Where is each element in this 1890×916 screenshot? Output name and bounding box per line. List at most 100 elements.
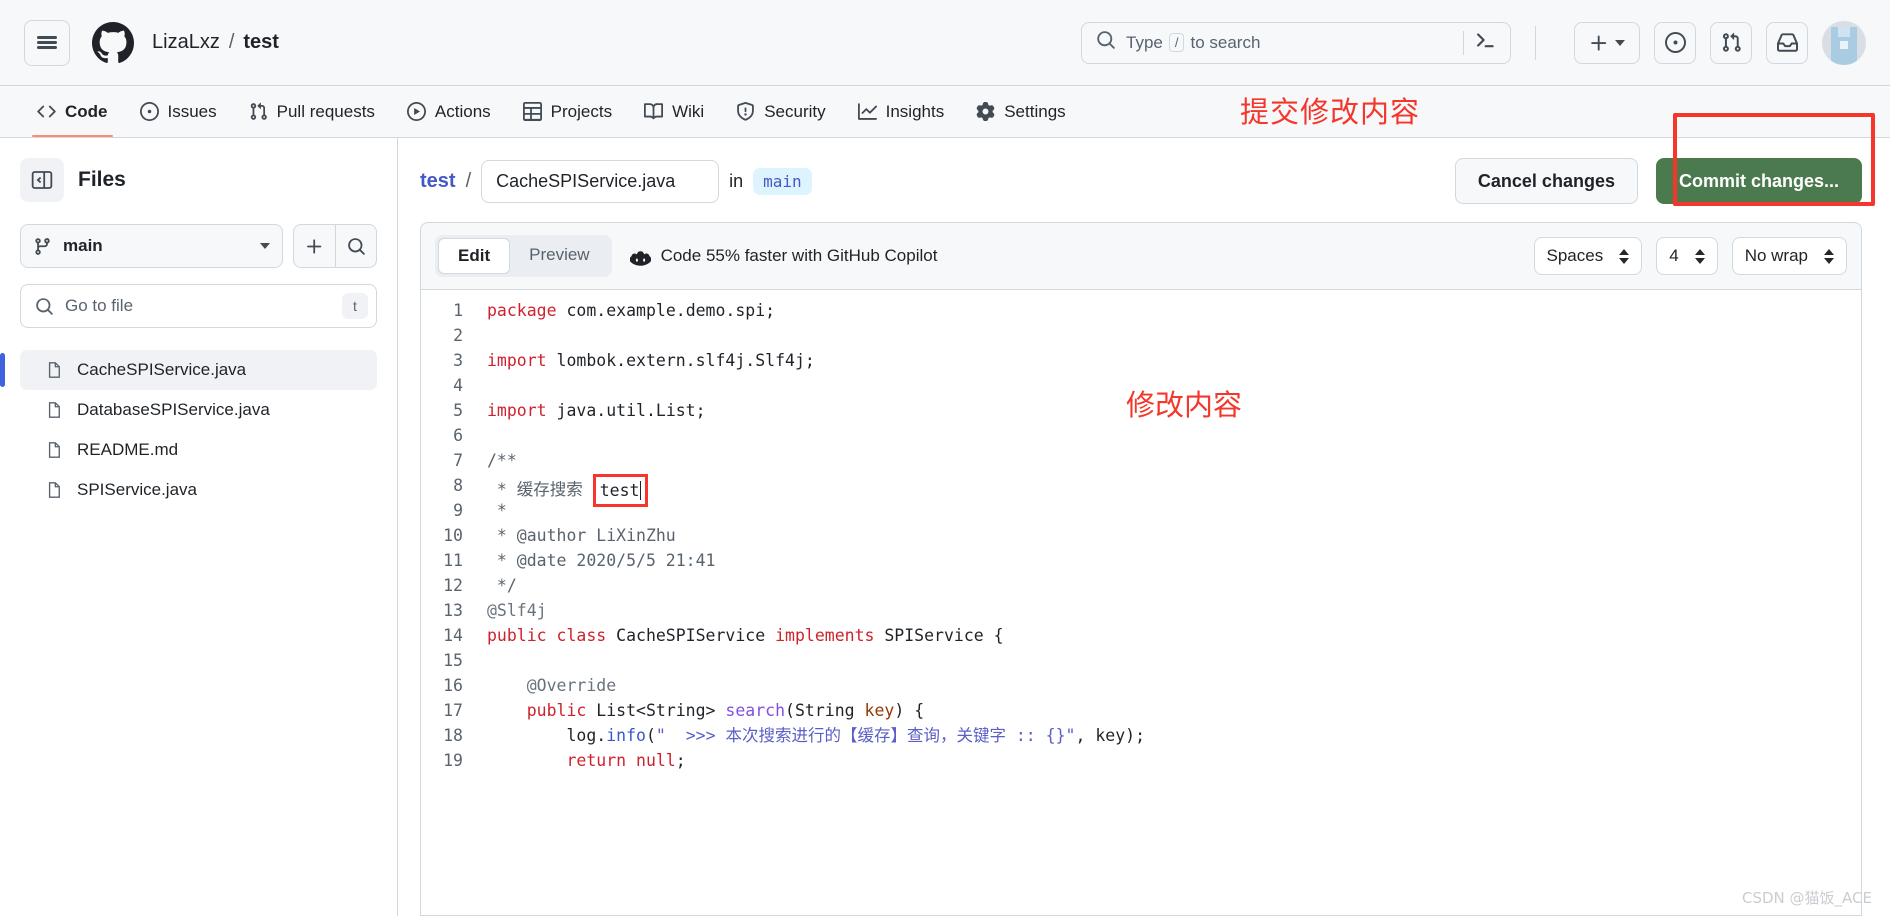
nav-tab-security-label: Security <box>764 101 826 121</box>
search-files-button[interactable] <box>335 224 377 268</box>
nav-tab-insights[interactable]: Insights <box>845 86 958 137</box>
nav-tab-issues-label: Issues <box>167 101 217 121</box>
code-line: 7 /** <box>421 448 1861 473</box>
nav-tab-projects[interactable]: Projects <box>510 86 625 137</box>
list-item[interactable]: README.md <box>20 430 377 470</box>
code-line: 2 <box>421 323 1861 348</box>
code-text[interactable]: * 缓存搜索 test <box>487 473 648 507</box>
code-text[interactable]: /** <box>487 448 517 473</box>
list-item[interactable]: SPIService.java <box>20 470 377 510</box>
code-text[interactable]: log.info(" >>> 本次搜索进行的【缓存】查询，关键字 :: {}",… <box>487 723 1145 748</box>
issues-button[interactable] <box>1654 21 1696 64</box>
github-logo-icon[interactable] <box>92 21 134 64</box>
code-token: implements <box>775 626 885 645</box>
code-line: 17 public List<String> search(String key… <box>421 698 1861 723</box>
nav-tab-insights-label: Insights <box>885 101 945 121</box>
file-icon <box>48 402 60 418</box>
code-editor[interactable]: 1 package com.example.demo.spi; 2 3 import l… <box>420 290 1862 916</box>
hamburger-icon <box>37 36 57 39</box>
wrap-mode-select[interactable]: No wrap <box>1731 237 1847 275</box>
code-lines: 1 package com.example.demo.spi; 2 3 import l… <box>421 298 1861 773</box>
indent-size-select[interactable]: 4 <box>1656 237 1718 275</box>
code-token: @Slf4j <box>487 601 547 620</box>
hamburger-menu-button[interactable] <box>24 19 70 66</box>
code-token: SPIService { <box>884 626 1004 645</box>
sidebar-file-actions <box>293 224 377 268</box>
tab-preview[interactable]: Preview <box>510 238 608 274</box>
search-icon <box>347 237 365 255</box>
code-text[interactable]: */ <box>487 573 517 598</box>
code-text[interactable]: public class CacheSPIService implements … <box>487 623 1004 648</box>
nav-tab-actions[interactable]: Actions <box>394 86 504 137</box>
breadcrumb-repo[interactable]: test <box>243 31 279 54</box>
nav-tab-security[interactable]: Security <box>723 86 838 137</box>
nav-tab-wiki[interactable]: Wiki <box>631 86 717 137</box>
code-text[interactable]: * <box>487 498 507 523</box>
nav-tab-pull-requests[interactable]: Pull requests <box>236 86 388 137</box>
nav-tab-projects-label: Projects <box>550 101 613 121</box>
line-number: 3 <box>453 351 463 370</box>
global-search-input[interactable]: Type / to search <box>1081 21 1511 64</box>
line-number: 16 <box>443 676 463 695</box>
line-number: 5 <box>453 401 463 420</box>
inbox-button[interactable] <box>1766 21 1808 64</box>
pull-requests-button[interactable] <box>1710 21 1752 64</box>
tab-edit[interactable]: Edit <box>438 238 511 274</box>
go-to-file-input[interactable]: Go to file t <box>20 284 377 328</box>
indent-mode-select[interactable]: Spaces <box>1533 237 1643 275</box>
code-token: /** <box>487 451 517 470</box>
graph-icon <box>857 103 877 120</box>
code-token: log. <box>487 726 607 745</box>
branch-selector[interactable]: main <box>20 224 283 268</box>
copilot-promo[interactable]: Code 55% faster with GitHub Copilot <box>629 246 937 267</box>
code-token: * @author LiXinZhu <box>487 526 676 545</box>
code-text[interactable]: return null; <box>487 748 685 773</box>
annotation-box-edited-text: test <box>592 474 648 507</box>
nav-tab-wiki-label: Wiki <box>672 101 705 121</box>
code-text[interactable]: import lombok.extern.slf4j.Slf4j; <box>487 348 815 373</box>
commit-changes-button[interactable]: Commit changes... <box>1655 158 1862 204</box>
list-item[interactable]: DatabaseSPIService.java <box>20 390 377 430</box>
line-number: 15 <box>443 651 463 670</box>
code-line: 8 * 缓存搜索 test <box>421 473 1861 507</box>
nav-tab-issues[interactable]: Issues <box>127 86 230 137</box>
header-actions <box>1574 20 1866 65</box>
editor-main: test / CacheSPIService.java in main Canc… <box>398 113 1890 916</box>
create-new-button[interactable] <box>1574 21 1640 64</box>
code-line: 13 @Slf4j <box>421 598 1861 623</box>
code-token: public <box>487 701 597 720</box>
code-token: import <box>487 351 557 370</box>
code-token: @Override <box>487 676 617 695</box>
code-text[interactable]: public List<String> search(String key) { <box>487 698 924 723</box>
user-avatar[interactable] <box>1822 20 1866 65</box>
breadcrumb-owner[interactable]: LizaLxz <box>152 31 220 54</box>
cancel-changes-button[interactable]: Cancel changes <box>1454 158 1638 204</box>
search-slash-key: / <box>1168 33 1185 52</box>
breadcrumb-separator: / <box>228 31 235 53</box>
nav-tab-code[interactable]: Code <box>24 86 121 137</box>
add-file-button[interactable] <box>293 224 335 268</box>
line-number: 7 <box>453 451 463 470</box>
code-token: , key); <box>1075 726 1146 745</box>
edited-text: test <box>599 481 640 500</box>
filename-input[interactable]: CacheSPIService.java <box>481 159 720 203</box>
code-text[interactable]: @Override <box>487 673 616 698</box>
code-text[interactable]: import java.util.List; <box>487 398 706 423</box>
code-token: * <box>487 501 507 520</box>
code-text[interactable]: @Slf4j <box>487 598 547 623</box>
shield-icon <box>737 102 755 121</box>
branch-name: main <box>63 236 103 255</box>
terminal-icon[interactable] <box>1474 29 1500 56</box>
code-line: 19 return null; <box>421 748 1861 773</box>
issue-opened-icon <box>139 102 159 121</box>
list-item[interactable]: CacheSPIService.java <box>0 350 377 390</box>
code-text[interactable]: package com.example.demo.spi; <box>487 298 775 323</box>
gear-icon <box>976 102 995 121</box>
wrap-mode-value: No wrap <box>1744 246 1808 265</box>
nav-tab-settings[interactable]: Settings <box>963 86 1078 137</box>
sidebar-collapse-button[interactable] <box>20 158 64 202</box>
breadcrumb-repo-link[interactable]: test <box>420 170 456 193</box>
annotation-commit-label: 提交修改内容 <box>1240 95 1421 129</box>
code-text[interactable]: * @date 2020/5/5 21:41 <box>487 548 716 573</box>
code-text[interactable]: * @author LiXinZhu <box>487 523 676 548</box>
